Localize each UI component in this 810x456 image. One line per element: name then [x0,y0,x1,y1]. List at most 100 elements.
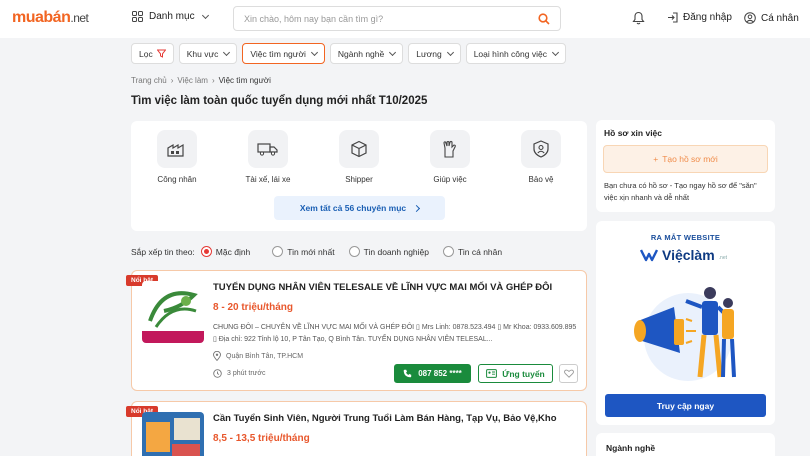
chevron-down-icon [446,48,454,56]
listing-thumbnail[interactable] [142,281,204,343]
vieclam-logo-icon [640,249,658,262]
category-shipper[interactable]: Shipper [327,130,391,184]
listing-salary: 8,5 - 13,5 triệu/tháng [213,433,310,444]
vieclam-logo[interactable]: Việclàm .net [640,247,727,263]
filter-chip-khu-vuc[interactable]: Khu vực [178,43,238,64]
category-panel: Công nhân Tài xế, lái xe Shipper Giúp vi… [131,121,587,231]
account-label: Cá nhân [761,12,799,24]
chevron-down-icon [201,11,209,19]
listing-title[interactable]: TUYỂN DỤNG NHÂN VIÊN TELESALE VỀ LĨNH VỰ… [213,282,552,293]
id-card-icon [486,369,498,378]
call-phone-button[interactable]: 087 852 **** [394,364,471,383]
breadcrumb-jobs[interactable]: Việc làm [177,76,208,85]
page-title: Tìm việc làm toàn quốc tuyển dụng mới nh… [131,95,428,107]
vieclam-brand-suffix: .net [718,255,728,261]
job-listing[interactable]: Nổi bật TUYỂN DỤNG NHÂN VIÊN TELESALE VỀ… [126,270,587,391]
promo-label: RA MẮT WEBSITE [650,233,721,242]
filter-label: Lương [416,48,442,59]
sort-option-label: Mặc định [215,246,251,257]
category-label: Giúp việc [433,175,467,184]
category-bao-ve[interactable]: Bảo vệ [509,130,573,184]
search-bar [233,6,561,31]
category-label: Shipper [345,175,373,184]
sort-option-newest[interactable]: Tin mới nhất [272,246,335,257]
factory-icon [157,130,197,168]
user-circle-icon [744,12,756,24]
industry-panel: Ngành nghề [596,433,775,456]
filter-label: Ngành nghề [337,48,385,59]
chevron-right-icon [413,204,421,212]
phone-icon [403,369,412,378]
listing-title[interactable]: Cần Tuyển Sinh Viên, Người Trung Tuổi Là… [213,413,557,424]
plus-icon: + [653,154,659,164]
sort-options: Sắp xếp tin theo: Mặc định Tin mới nhất … [131,246,502,257]
profile-panel: Hồ sơ xin việc + Tạo hồ sơ mới Bạn chưa … [596,120,775,212]
logo-text-2: bán [43,9,71,26]
sort-option-label: Tin doanh nghiệp [363,246,429,257]
sort-option-label: Tin cá nhân [458,246,503,257]
visit-now-button[interactable]: Truy cập ngay [605,394,766,417]
shield-icon [521,130,561,168]
radio-icon [348,246,360,257]
filter-chip-loai-hinh[interactable]: Loại hình công việc [465,43,566,64]
listing-thumbnail[interactable] [142,412,204,456]
breadcrumb: Trang chủ › Việc làm › Việc tìm người [131,76,271,85]
top-header: muabán.net Danh mục Đăng nhập Cá nhân [0,0,810,38]
radio-icon [443,246,454,257]
sort-option-personal[interactable]: Tin cá nhân [443,246,502,257]
breadcrumb-separator: › [211,76,215,85]
search-icon[interactable] [538,13,550,25]
sort-option-default[interactable]: Mặc định [200,246,251,257]
site-logo[interactable]: muabán.net [12,9,89,27]
logo-text-3: .net [70,11,89,25]
category-cong-nhan[interactable]: Công nhân [145,130,209,184]
categories-menu-button[interactable]: Danh mục [132,11,209,22]
filter-bar: Lọc Khu vực Việc tìm người Ngành nghề Lư… [131,43,566,64]
category-label: Bảo vệ [528,175,554,184]
chevron-down-icon [389,48,397,56]
see-all-categories-button[interactable]: Xem tất cả 56 chuyên mục [274,196,445,220]
apply-button[interactable]: Ứng tuyển [478,364,553,383]
heart-icon [563,369,574,378]
filter-label: Loại hình công việc [473,48,547,59]
category-giup-viec[interactable]: Giúp việc [418,130,482,184]
filter-icon [156,49,166,58]
apply-label: Ứng tuyển [502,368,545,379]
filter-chip-loc[interactable]: Lọc [131,43,174,64]
login-label: Đăng nhập [683,12,732,23]
listing-description: CHUNG ĐÔI – CHUYÊN VỀ LĨNH VỰC MAI MỐI V… [213,324,577,343]
category-label: Tài xế, lái xe [245,175,291,184]
megaphone-illustration [634,287,736,381]
favorite-button[interactable] [559,364,578,383]
create-profile-button[interactable]: + Tạo hồ sơ mới [603,145,768,173]
categories-label: Danh mục [149,11,195,22]
radio-icon [272,246,284,257]
job-listing[interactable]: Nổi bật Cần Tuyển Sinh Viên, Người Trung… [126,401,587,456]
breadcrumb-separator: › [170,76,174,85]
listing-time: 3 phút trước [213,369,265,378]
bell-icon[interactable] [632,11,645,25]
account-link[interactable]: Cá nhân [744,12,799,24]
create-profile-label: Tạo hồ sơ mới [662,154,718,164]
filter-chip-viec-tim-nguoi[interactable]: Việc tìm người [242,43,325,64]
profile-title: Hồ sơ xin việc [604,128,663,138]
filter-chip-nganh-nghe[interactable]: Ngành nghề [329,43,404,64]
industry-title: Ngành nghề [606,443,656,453]
login-link[interactable]: Đăng nhập [667,12,732,23]
sort-option-business[interactable]: Tin doanh nghiệp [348,246,429,257]
chevron-down-icon [223,48,231,56]
glove-icon [430,130,470,168]
truck-icon [248,130,288,168]
sort-label: Sắp xếp tin theo: [131,246,195,257]
filter-chip-luong[interactable]: Lương [408,43,461,64]
listing-location: Quận Bình Tân, TP.HCM [213,351,303,361]
clock-icon [213,369,222,378]
login-icon [668,12,678,23]
category-tai-xe[interactable]: Tài xế, lái xe [236,130,300,184]
chevron-down-icon [310,48,318,56]
breadcrumb-home[interactable]: Trang chủ [131,76,167,85]
search-input[interactable] [244,13,534,24]
grid-icon [132,11,143,22]
logo-text-1: mua [12,9,44,26]
filter-label: Việc tìm người [250,48,306,59]
